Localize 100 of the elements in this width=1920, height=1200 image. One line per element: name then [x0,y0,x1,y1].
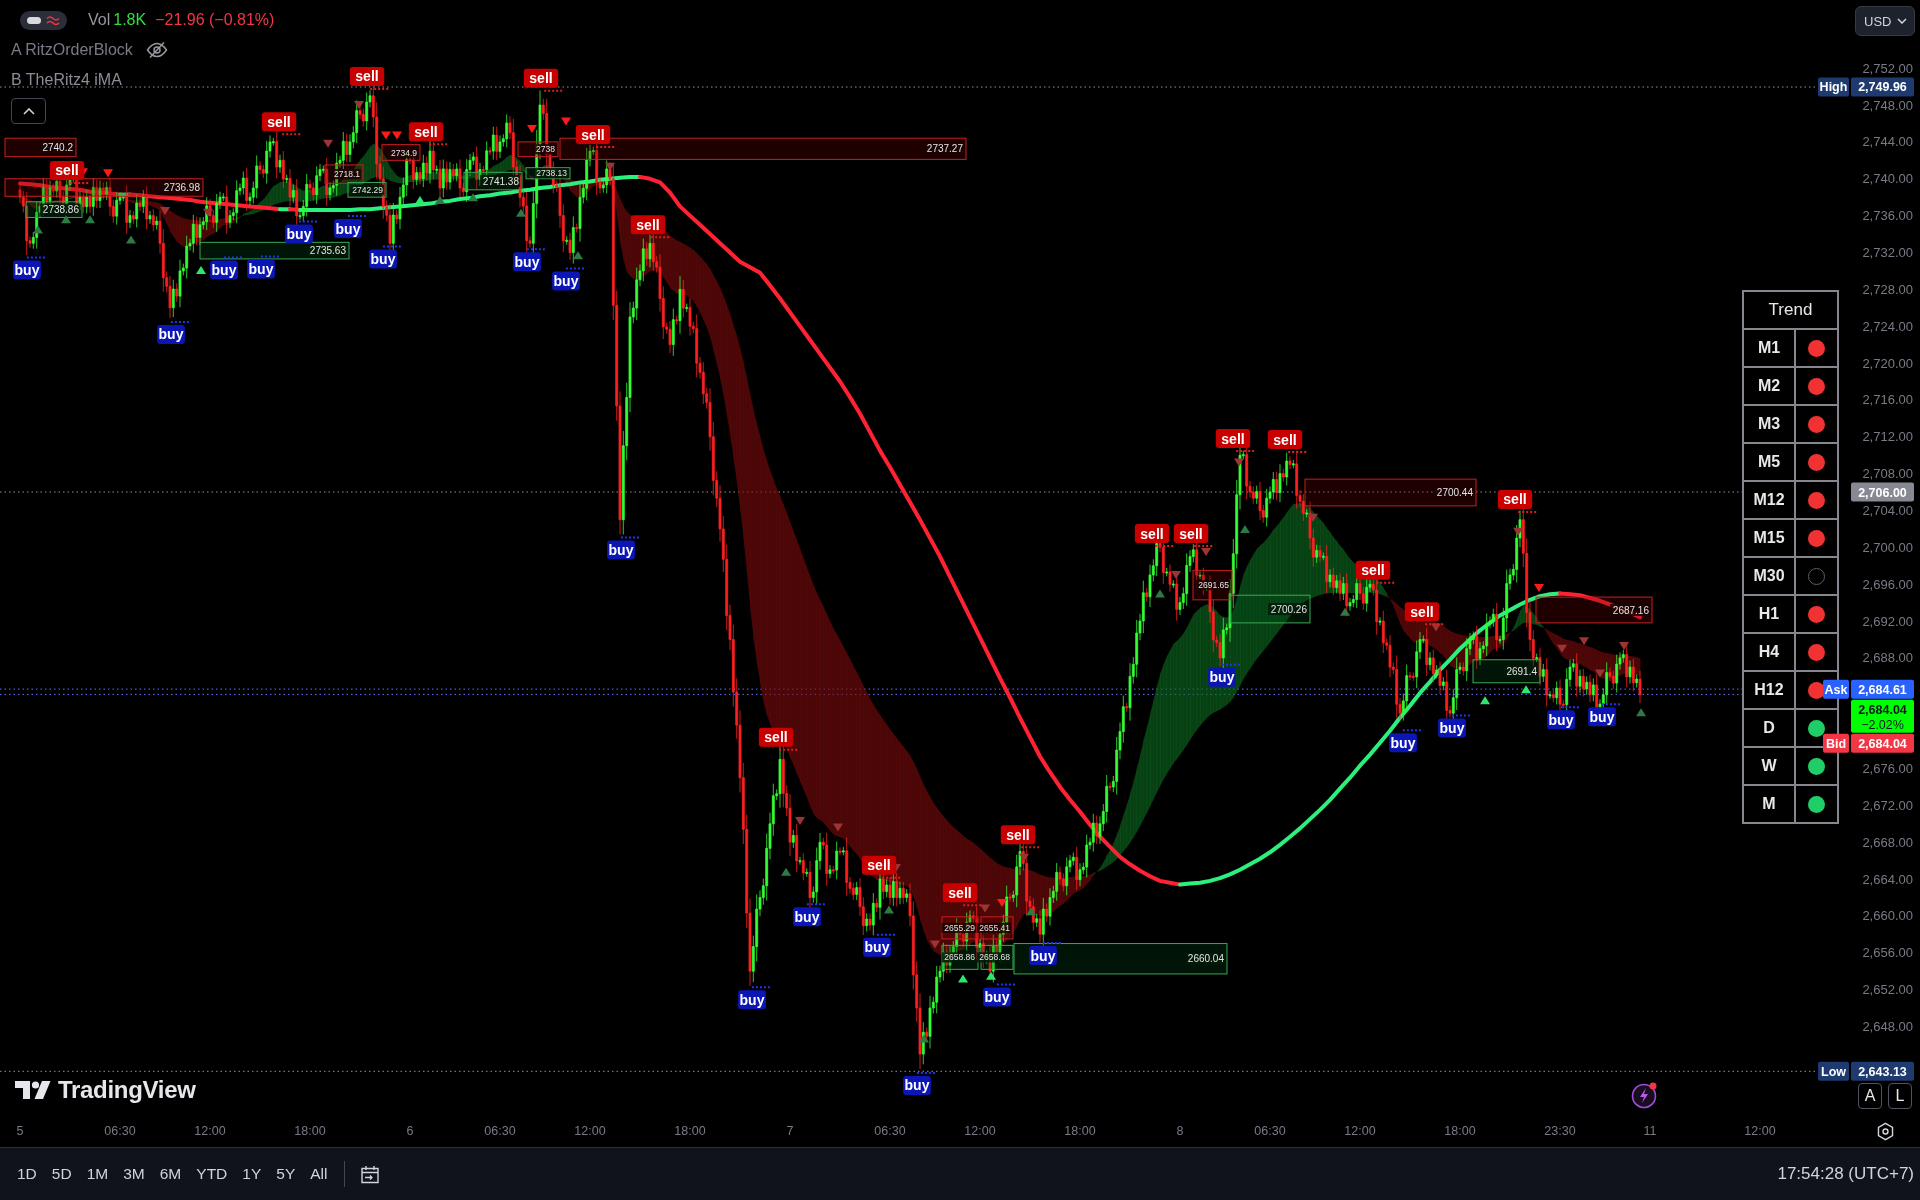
triangle-up-icon [468,193,478,202]
currency-dropdown[interactable]: USD [1855,6,1915,36]
triangle-down-icon [527,125,537,133]
time-axis-label: 18:00 [1444,1124,1476,1138]
time-range-button[interactable]: YTD [194,1161,230,1187]
calendar-icon[interactable] [359,1163,382,1185]
last-price-tag: 2,684.04 −2.02% [1851,699,1914,733]
order-block: 2736.98 [4,178,204,197]
triangle-up-icon [1340,607,1350,616]
timeframe-cell: H12 [1744,672,1794,708]
chevron-down-icon [1897,18,1907,24]
triangle-up-icon [33,225,43,234]
triangle-down-icon [561,117,571,126]
time-axis-label: 18:00 [294,1124,326,1138]
time-range-button[interactable]: All [308,1161,330,1187]
time-axis-label: 6 [406,1124,414,1138]
settings-icon[interactable] [1876,1122,1895,1141]
brand-name: TradingView [58,1076,196,1104]
price-axis-label: 2,696.00 [1862,576,1913,592]
time-axis-label: 12:00 [194,1124,226,1138]
triangle-down-icon [795,817,805,825]
indicator-name[interactable]: A RitzOrderBlock [11,41,133,59]
triangle-up-icon [919,1034,929,1043]
triangle-down-icon [1619,641,1629,650]
triangle-up-icon [516,208,526,217]
triangle-down-icon [1201,547,1211,556]
triangle-down-icon [160,207,170,215]
triangle-up-icon [1636,708,1646,717]
timeframe-cell: M12 [1744,482,1794,518]
timeframe-cell: M15 [1744,520,1794,556]
wave-icon [46,15,61,25]
triangle-down-icon [1557,644,1567,653]
price-axis-label: 2,720.00 [1862,355,1913,371]
price-level-tag: 2,706.00 [1851,482,1914,502]
time-range-button[interactable]: 1Y [240,1161,264,1187]
triangle-down-icon [203,208,213,217]
timeframe-cell: W [1744,748,1794,784]
order-block: 2655.29 [941,916,979,940]
triangle-down-icon [323,139,333,148]
volume-label: Vol [88,11,111,29]
volume-value: 1.8K [113,11,147,29]
triangle-down-icon [605,162,615,171]
time-axis-label: 12:00 [964,1124,996,1138]
triangle-down-icon [354,101,364,109]
timeframe-cell: M5 [1744,444,1794,480]
order-block: 2700.26 [1229,594,1311,624]
price-axis-label: 2,692.00 [1862,613,1913,629]
timeframe-cell: M1 [1744,330,1794,366]
order-block: 2687.16 [1535,596,1653,624]
scale-button[interactable]: L [1888,1083,1912,1109]
triangle-up-icon [126,235,136,244]
caret-up-icon [22,107,35,115]
triangle-down-icon [930,940,940,949]
time-axis-label: 12:00 [1744,1124,1776,1138]
timeframe-cell: H4 [1744,634,1794,670]
trend-title: Trend [1744,292,1837,328]
triangle-up-icon [85,215,95,224]
price-axis-label: 2,668.00 [1862,834,1913,850]
triangle-down-icon [1431,623,1441,632]
triangle-up-icon [986,971,996,980]
time-range-button[interactable]: 1M [84,1161,111,1187]
price-axis-label: 2,724.00 [1862,318,1913,334]
time-range-button[interactable]: 5Y [274,1161,298,1187]
indicator-name[interactable]: B TheRitz4 iMA [11,71,122,89]
time-range-button[interactable]: 1D [15,1161,39,1187]
order-block: 2738.86 [25,201,83,218]
time-range-button[interactable]: 6M [157,1161,184,1187]
price-axis-label: 2,728.00 [1862,281,1913,297]
lightning-icon[interactable] [1631,1081,1659,1109]
price-axis-label: 2,648.00 [1862,1018,1913,1034]
collapse-button[interactable] [11,98,46,124]
time-axis-label: 8 [1176,1124,1184,1138]
triangle-down-icon [833,823,843,832]
price-axis-label: 2,700.00 [1862,539,1913,555]
series-toggle-button[interactable] [20,10,67,30]
time-axis-label: 06:30 [104,1124,136,1138]
order-block: 2734.9 [381,144,421,161]
time-range-button[interactable]: 5D [49,1161,74,1187]
clock-text: 17:54:28 (UTC+7) [1777,1164,1914,1184]
timeframe-cell: M3 [1744,406,1794,442]
price-axis-label: 2,676.00 [1862,760,1913,776]
triangle-up-icon [1240,524,1250,533]
eye-off-icon[interactable] [145,41,168,59]
timeframe-cell: H1 [1744,596,1794,632]
triangle-up-icon [573,251,583,260]
capsule-icon [26,16,41,24]
time-range-button[interactable]: 3M [121,1161,147,1187]
triangle-up-icon [884,905,894,914]
timeframe-cell: M30 [1744,558,1794,594]
triangle-down-icon [1019,853,1029,862]
order-block: 2718.1 [324,164,364,184]
time-axis-label: 06:30 [484,1124,516,1138]
price-axis-label: 2,744.00 [1862,134,1913,150]
price-axis-label: 2,688.00 [1862,650,1913,666]
order-block: 2735.63 [199,241,350,260]
order-block: 2740.2 [4,137,77,158]
triangle-down-icon [1534,583,1544,592]
scale-button[interactable]: A [1858,1083,1882,1109]
order-block: 2738.13 [525,167,571,180]
triangle-down-icon [103,169,113,178]
